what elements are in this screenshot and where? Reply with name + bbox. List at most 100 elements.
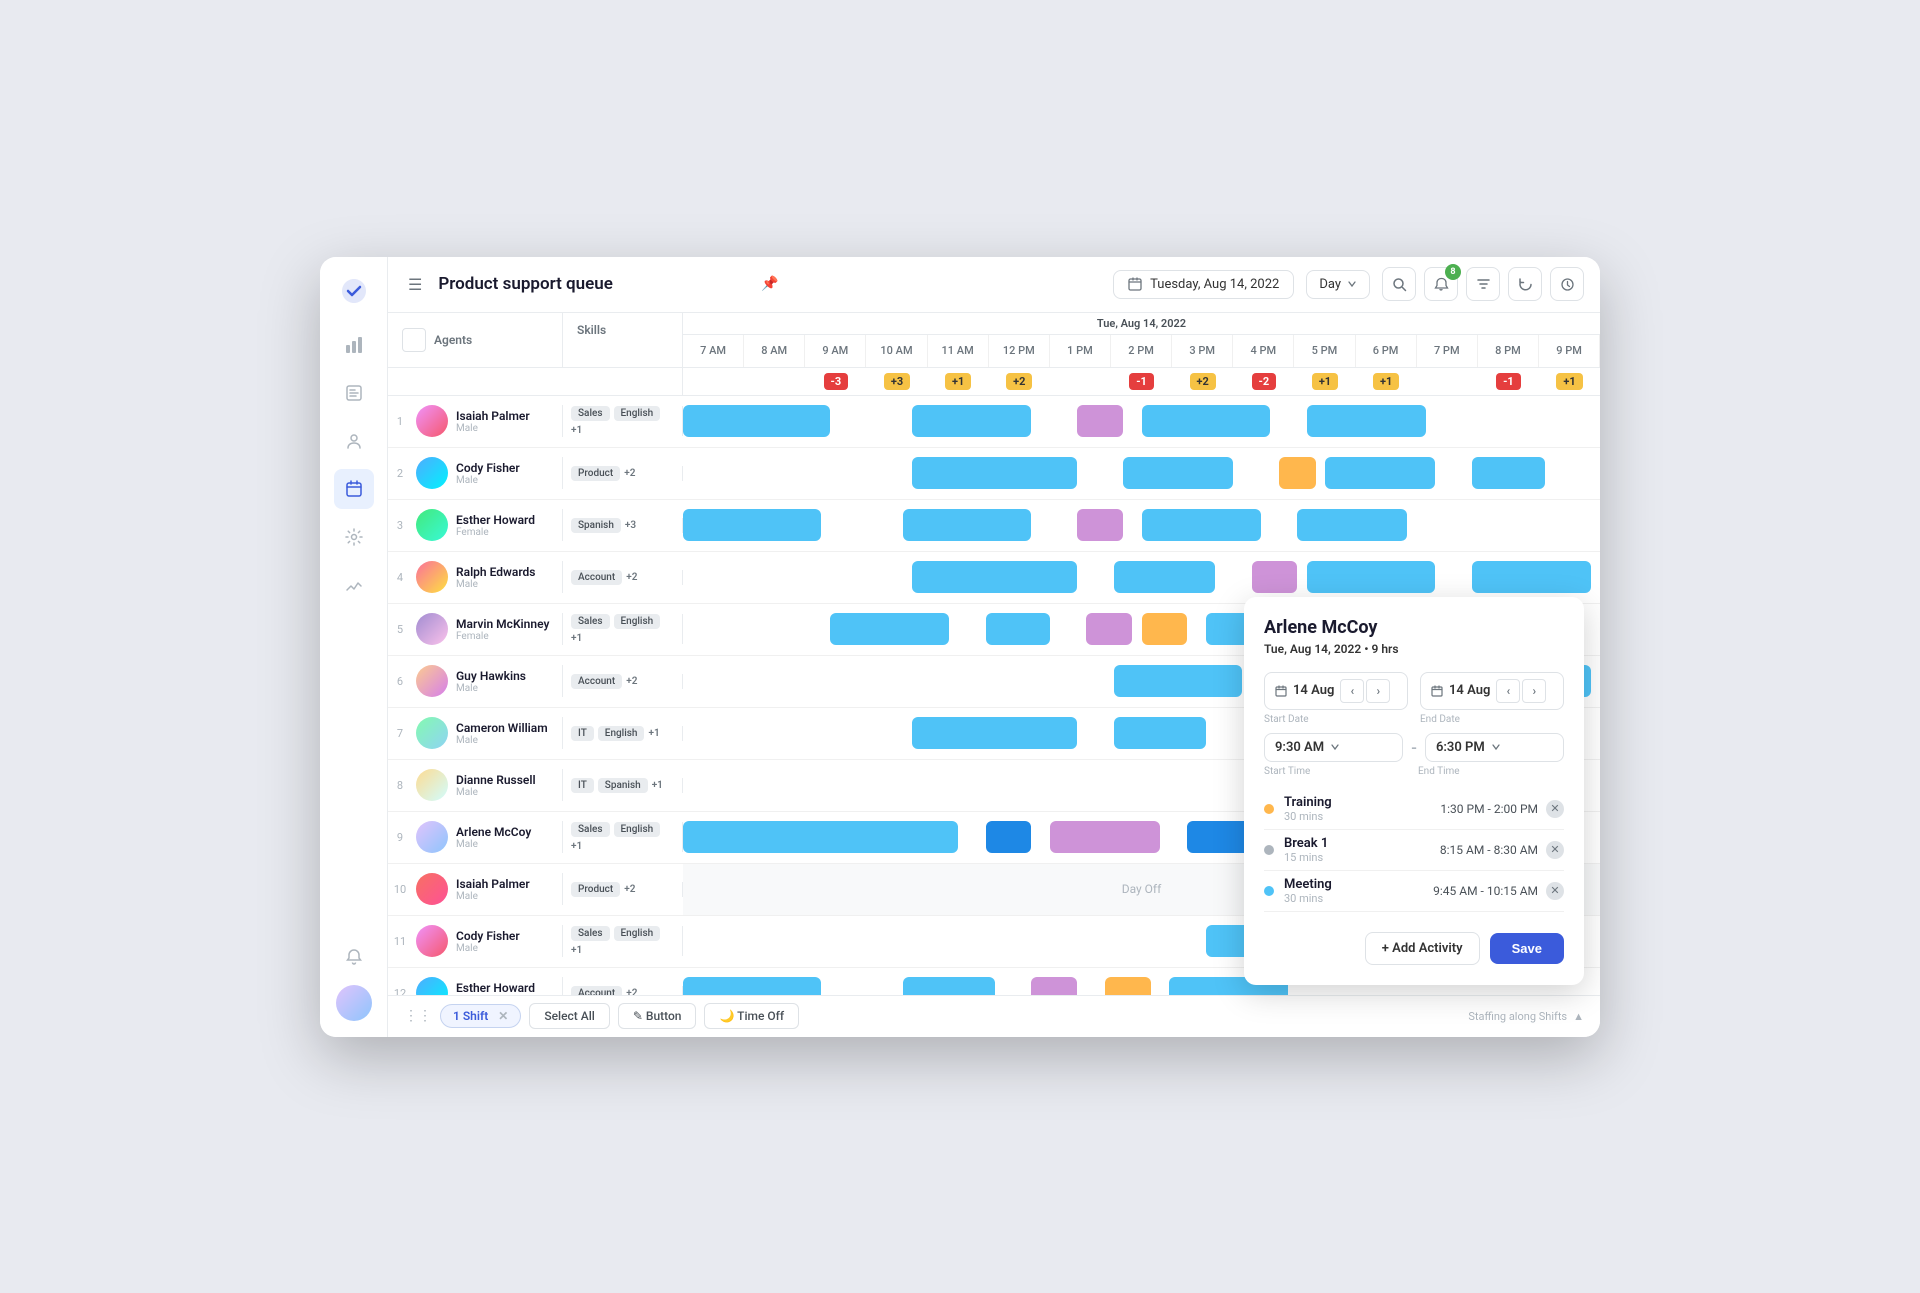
refresh-button[interactable] <box>1508 267 1542 301</box>
shift-block[interactable] <box>1114 561 1215 593</box>
shift-block[interactable] <box>1031 977 1077 995</box>
notification-button[interactable]: 8 <box>1424 267 1458 301</box>
shift-block[interactable] <box>912 457 1077 489</box>
bottom-toolbar: ⋮⋮ 1 Shift ✕ Select All ✎ Button 🌙 Time … <box>388 995 1600 1037</box>
table-row[interactable]: 3Esther HowardFemaleSpanish+3 <box>388 500 1600 552</box>
sidebar-item-reports[interactable] <box>334 373 374 413</box>
shift-block[interactable] <box>912 405 1031 437</box>
sidebar-item-notifications[interactable] <box>334 937 374 977</box>
skill-more: +1 <box>571 841 582 852</box>
shift-block[interactable] <box>830 613 949 645</box>
search-button[interactable] <box>1382 267 1416 301</box>
shift-block[interactable] <box>1297 509 1407 541</box>
end-date-selector[interactable]: 14 Aug ‹ › <box>1420 672 1564 710</box>
add-activity-button[interactable]: + Add Activity <box>1365 932 1480 965</box>
diff-slot: +1 <box>1539 368 1600 395</box>
select-all-button[interactable]: Select All <box>529 1003 610 1029</box>
shift-block[interactable] <box>1105 977 1151 995</box>
start-date-prev[interactable]: ‹ <box>1340 679 1364 703</box>
panel-date: Tue, Aug 14, 2022 <box>1264 642 1361 656</box>
agents-column-header: Agents <box>388 313 563 367</box>
timeline-cell[interactable] <box>683 500 1600 551</box>
row-number: 4 <box>388 571 412 584</box>
timeline-cell[interactable] <box>683 396 1600 447</box>
view-selector[interactable]: Day <box>1306 270 1370 299</box>
time-slot-header: 5 PM <box>1294 335 1355 367</box>
shift-block[interactable] <box>1307 561 1435 593</box>
diff-badge: +1 <box>945 373 971 390</box>
shift-block[interactable] <box>1077 509 1123 541</box>
skill-more: +1 <box>571 945 582 956</box>
sidebar-item-schedule[interactable] <box>334 469 374 509</box>
table-row[interactable]: 4Ralph EdwardsMaleAccount+2 <box>388 552 1600 604</box>
shift-block[interactable] <box>1472 457 1545 489</box>
drag-handle[interactable]: ⋮⋮ <box>404 1008 432 1024</box>
save-button[interactable]: Save <box>1490 933 1564 964</box>
date-picker[interactable]: Tuesday, Aug 14, 2022 <box>1113 270 1294 299</box>
shift-block[interactable] <box>1142 509 1261 541</box>
filter-button[interactable] <box>1466 267 1500 301</box>
button-action-button[interactable]: ✎ Button <box>618 1003 697 1029</box>
user-avatar[interactable] <box>336 985 372 1021</box>
shift-block[interactable] <box>1325 457 1435 489</box>
shift-block[interactable] <box>683 821 958 853</box>
shift-block[interactable] <box>903 509 1031 541</box>
shift-block[interactable] <box>1472 561 1591 593</box>
skills-cell: SalesEnglish+1 <box>563 926 683 956</box>
shift-block[interactable] <box>903 977 995 995</box>
shift-block[interactable] <box>683 405 830 437</box>
start-date-next[interactable]: › <box>1366 679 1390 703</box>
end-time-selector[interactable]: 6:30 PM <box>1425 733 1564 762</box>
timeline-cell[interactable] <box>683 448 1600 499</box>
shift-block[interactable] <box>1050 821 1160 853</box>
shift-block[interactable] <box>1123 457 1233 489</box>
end-date-next[interactable]: › <box>1522 679 1546 703</box>
shift-block[interactable] <box>986 613 1050 645</box>
sidebar-item-analytics[interactable] <box>334 325 374 365</box>
shift-block[interactable] <box>1279 457 1316 489</box>
start-date-selector[interactable]: 14 Aug ‹ › <box>1264 672 1408 710</box>
end-date-prev[interactable]: ‹ <box>1496 679 1520 703</box>
shift-block[interactable] <box>1086 613 1132 645</box>
skill-more: +3 <box>625 520 636 531</box>
table-row[interactable]: 1Isaiah PalmerMaleSalesEnglish+1 <box>388 396 1600 448</box>
shift-block[interactable] <box>912 717 1077 749</box>
shift-block[interactable] <box>1142 613 1188 645</box>
chevron-down-icon <box>1347 279 1357 289</box>
table-row[interactable]: 2Cody FisherMaleProduct+2 <box>388 448 1600 500</box>
time-off-button[interactable]: 🌙 Time Off <box>704 1003 799 1029</box>
start-time-selector[interactable]: 9:30 AM <box>1264 733 1403 762</box>
agent-name-block: Ralph EdwardsMale <box>456 565 554 590</box>
shift-block[interactable] <box>1077 405 1123 437</box>
skill-tag: English <box>614 406 661 421</box>
shift-block[interactable] <box>986 821 1032 853</box>
activity-remove-button[interactable]: ✕ <box>1546 800 1564 818</box>
menu-icon[interactable]: ☰ <box>404 271 426 298</box>
shift-block[interactable] <box>1307 405 1426 437</box>
activity-remove-button[interactable]: ✕ <box>1546 882 1564 900</box>
sidebar-item-chart[interactable] <box>334 565 374 605</box>
shift-block[interactable] <box>1142 405 1270 437</box>
panel-footer: + Add Activity Save <box>1264 928 1564 965</box>
sidebar-item-contacts[interactable] <box>334 421 374 461</box>
panel-dot: • <box>1364 642 1371 656</box>
shift-block[interactable] <box>1114 665 1242 697</box>
skill-tag: Product <box>571 882 620 897</box>
agent-name-block: Esther HowardFemale <box>456 513 554 538</box>
sidebar-item-settings[interactable] <box>334 517 374 557</box>
time-labels: Start Time End Time <box>1264 766 1564 777</box>
history-button[interactable] <box>1550 267 1584 301</box>
shift-block[interactable] <box>1114 717 1206 749</box>
agent-name-block: Cameron WilliamMale <box>456 721 554 746</box>
shift-block[interactable] <box>683 977 821 995</box>
activity-remove-button[interactable]: ✕ <box>1546 841 1564 859</box>
shift-pill-close[interactable]: ✕ <box>498 1009 508 1023</box>
shift-block[interactable] <box>912 561 1077 593</box>
select-all-checkbox[interactable] <box>402 328 426 352</box>
pin-icon[interactable]: 📌 <box>761 276 778 292</box>
agent-info: Isaiah PalmerMale <box>412 873 563 905</box>
timeline-cell[interactable] <box>683 552 1600 603</box>
avatar <box>416 977 448 995</box>
shift-block[interactable] <box>683 509 821 541</box>
shift-block[interactable] <box>1252 561 1298 593</box>
